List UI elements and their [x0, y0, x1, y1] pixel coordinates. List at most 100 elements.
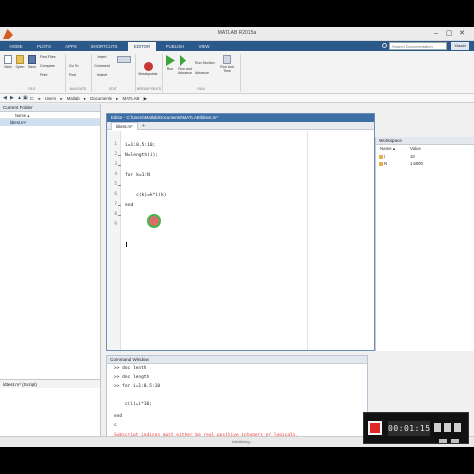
print-button[interactable]: Print: [40, 73, 58, 77]
file-item[interactable]: ldtest.m*: [0, 119, 100, 126]
up-folder-icon[interactable]: ▲: [17, 95, 22, 101]
path-segment[interactable]: MATLAB: [123, 96, 140, 101]
indent-button[interactable]: Indent: [94, 73, 110, 77]
new-file-icon: [4, 55, 12, 64]
settings-icon[interactable]: [454, 423, 461, 432]
workspace-name-header[interactable]: Name ▴: [380, 146, 395, 152]
breakpoint-dash[interactable]: [118, 165, 121, 166]
browse-folder-icon[interactable]: ▣: [23, 95, 28, 101]
line-number: 1: [114, 142, 117, 147]
run-button[interactable]: Run: [164, 55, 176, 71]
file-section-label: FILE: [28, 87, 36, 91]
editor-file-tab[interactable]: ldtest.m*: [111, 122, 138, 130]
compare-button[interactable]: Compare: [40, 64, 64, 68]
recorder-control[interactable]: [451, 439, 459, 443]
find-button[interactable]: Find: [69, 73, 87, 77]
line-number: 7: [114, 202, 117, 207]
edit-format-buttons[interactable]: [115, 56, 133, 64]
run-and-time-button[interactable]: Run and Time: [219, 55, 235, 73]
workspace-title: Workspace: [376, 137, 474, 145]
tab-plots[interactable]: PLOTS: [32, 42, 56, 51]
breakpoint-dash[interactable]: [118, 205, 121, 206]
matlab-desktop: MATLAB R2015a – ▢ ✕ HOME PLOTS APPS SHOR…: [0, 27, 474, 447]
command-window-title: Command Window: [107, 356, 367, 364]
tab-apps[interactable]: APPS: [60, 42, 82, 51]
navigate-section-label: NAVIGATE: [69, 87, 87, 91]
tab-view[interactable]: VIEW: [194, 42, 214, 51]
var-name-label: N: [384, 161, 388, 166]
details-panel-label[interactable]: ldtest.m* (Script): [0, 379, 100, 388]
line-number: 6: [114, 192, 117, 197]
recording-timer: 00:01:15: [388, 421, 430, 436]
path-separator: ▸: [116, 96, 119, 101]
run-and-time-label: Run and Time: [220, 65, 234, 73]
advance-button[interactable]: Advance: [195, 71, 217, 75]
code-line[interactable]: for k=1:N: [125, 173, 150, 178]
right-margin-line: [307, 131, 308, 350]
code-line[interactable]: c(k)=k*i(k): [125, 193, 166, 198]
comment-button[interactable]: Comment: [92, 64, 112, 68]
open-button[interactable]: Open: [15, 55, 25, 69]
code-line[interactable]: N=length(i);: [125, 153, 158, 158]
stop-recording-button[interactable]: [368, 421, 382, 435]
path-separator: ▸: [38, 96, 41, 101]
name-column-header[interactable]: Name ▴: [0, 112, 100, 119]
ribbon-tab-strip: HOME PLOTS APPS SHORTCUTS EDITOR PUBLISH…: [0, 41, 474, 51]
line-number: 3: [114, 162, 117, 167]
code-line[interactable]: end: [125, 203, 133, 208]
tab-home[interactable]: HOME: [4, 42, 28, 51]
code-line[interactable]: i=1:0.5:10;: [125, 143, 155, 148]
breakpoints-section-label: BREAKPOINTS: [136, 87, 162, 91]
find-files-button[interactable]: Find Files: [40, 55, 62, 59]
new-label: New: [4, 65, 12, 69]
stopwatch-icon: [223, 55, 231, 64]
path-segment[interactable]: C:: [30, 96, 34, 101]
command-line: c: [114, 423, 117, 428]
workspace-value-header[interactable]: Value: [410, 146, 421, 151]
breakpoint-dash[interactable]: [118, 215, 121, 216]
path-separator: ▸: [83, 96, 86, 101]
close-button[interactable]: ✕: [457, 29, 467, 38]
path-expand-icon[interactable]: ▶: [144, 96, 147, 101]
pause-icon[interactable]: [434, 423, 441, 432]
go-to-button[interactable]: Go To: [69, 64, 87, 68]
separator: [240, 54, 241, 92]
run-section-button[interactable]: Run Section: [195, 61, 219, 65]
search-icon: [382, 43, 387, 48]
run-section-label: RUN: [197, 87, 205, 91]
run-and-advance-button[interactable]: Run and Advance: [177, 55, 193, 75]
path-segment[interactable]: Matlab: [67, 96, 80, 101]
command-line: end: [114, 414, 123, 419]
new-button[interactable]: New: [3, 55, 13, 69]
new-tab-button[interactable]: +: [142, 123, 145, 129]
current-path[interactable]: C: ▸ Users ▸ Matlab ▸ Documents ▸ MATLAB…: [30, 96, 150, 102]
workspace-var-name[interactable]: i: [379, 154, 385, 159]
minimize-button[interactable]: –: [431, 29, 441, 38]
path-separator: ▸: [60, 96, 63, 101]
workspace-panel: Workspace Name ▴ Value i 10 N 1.5000: [375, 137, 474, 351]
line-number: 9: [114, 222, 117, 227]
status-text: Initializing...: [232, 439, 253, 444]
breakpoint-dash[interactable]: [118, 185, 121, 186]
workspace-var-value[interactable]: 10: [410, 154, 415, 159]
path-segment[interactable]: Users: [45, 96, 56, 101]
tab-editor[interactable]: EDITOR: [128, 42, 156, 51]
user-account-button[interactable]: Yassin: [451, 42, 469, 50]
tab-publish[interactable]: PUBLISH: [160, 42, 190, 51]
recorder-control[interactable]: [439, 439, 447, 443]
camera-icon[interactable]: [444, 423, 451, 432]
var-name-label: i: [384, 154, 385, 159]
insert-button[interactable]: Insert: [95, 55, 109, 59]
command-window[interactable]: Command Window >> doc lenth >> doc lengt…: [106, 355, 368, 447]
maximize-button[interactable]: ▢: [444, 29, 454, 38]
workspace-var-name[interactable]: N: [379, 161, 387, 166]
path-segment[interactable]: Documents: [90, 96, 112, 101]
breakpoints-button[interactable]: Breakpoints: [137, 62, 159, 76]
breakpoint-dash[interactable]: [118, 155, 121, 156]
workspace-var-value[interactable]: 1.5000: [410, 161, 423, 166]
back-arrow-icon[interactable]: ◀: [3, 95, 7, 101]
save-button[interactable]: Save: [27, 55, 37, 69]
search-documentation-input[interactable]: [389, 42, 447, 50]
forward-arrow-icon[interactable]: ▶: [10, 95, 14, 101]
tab-shortcuts[interactable]: SHORTCUTS: [86, 42, 122, 51]
